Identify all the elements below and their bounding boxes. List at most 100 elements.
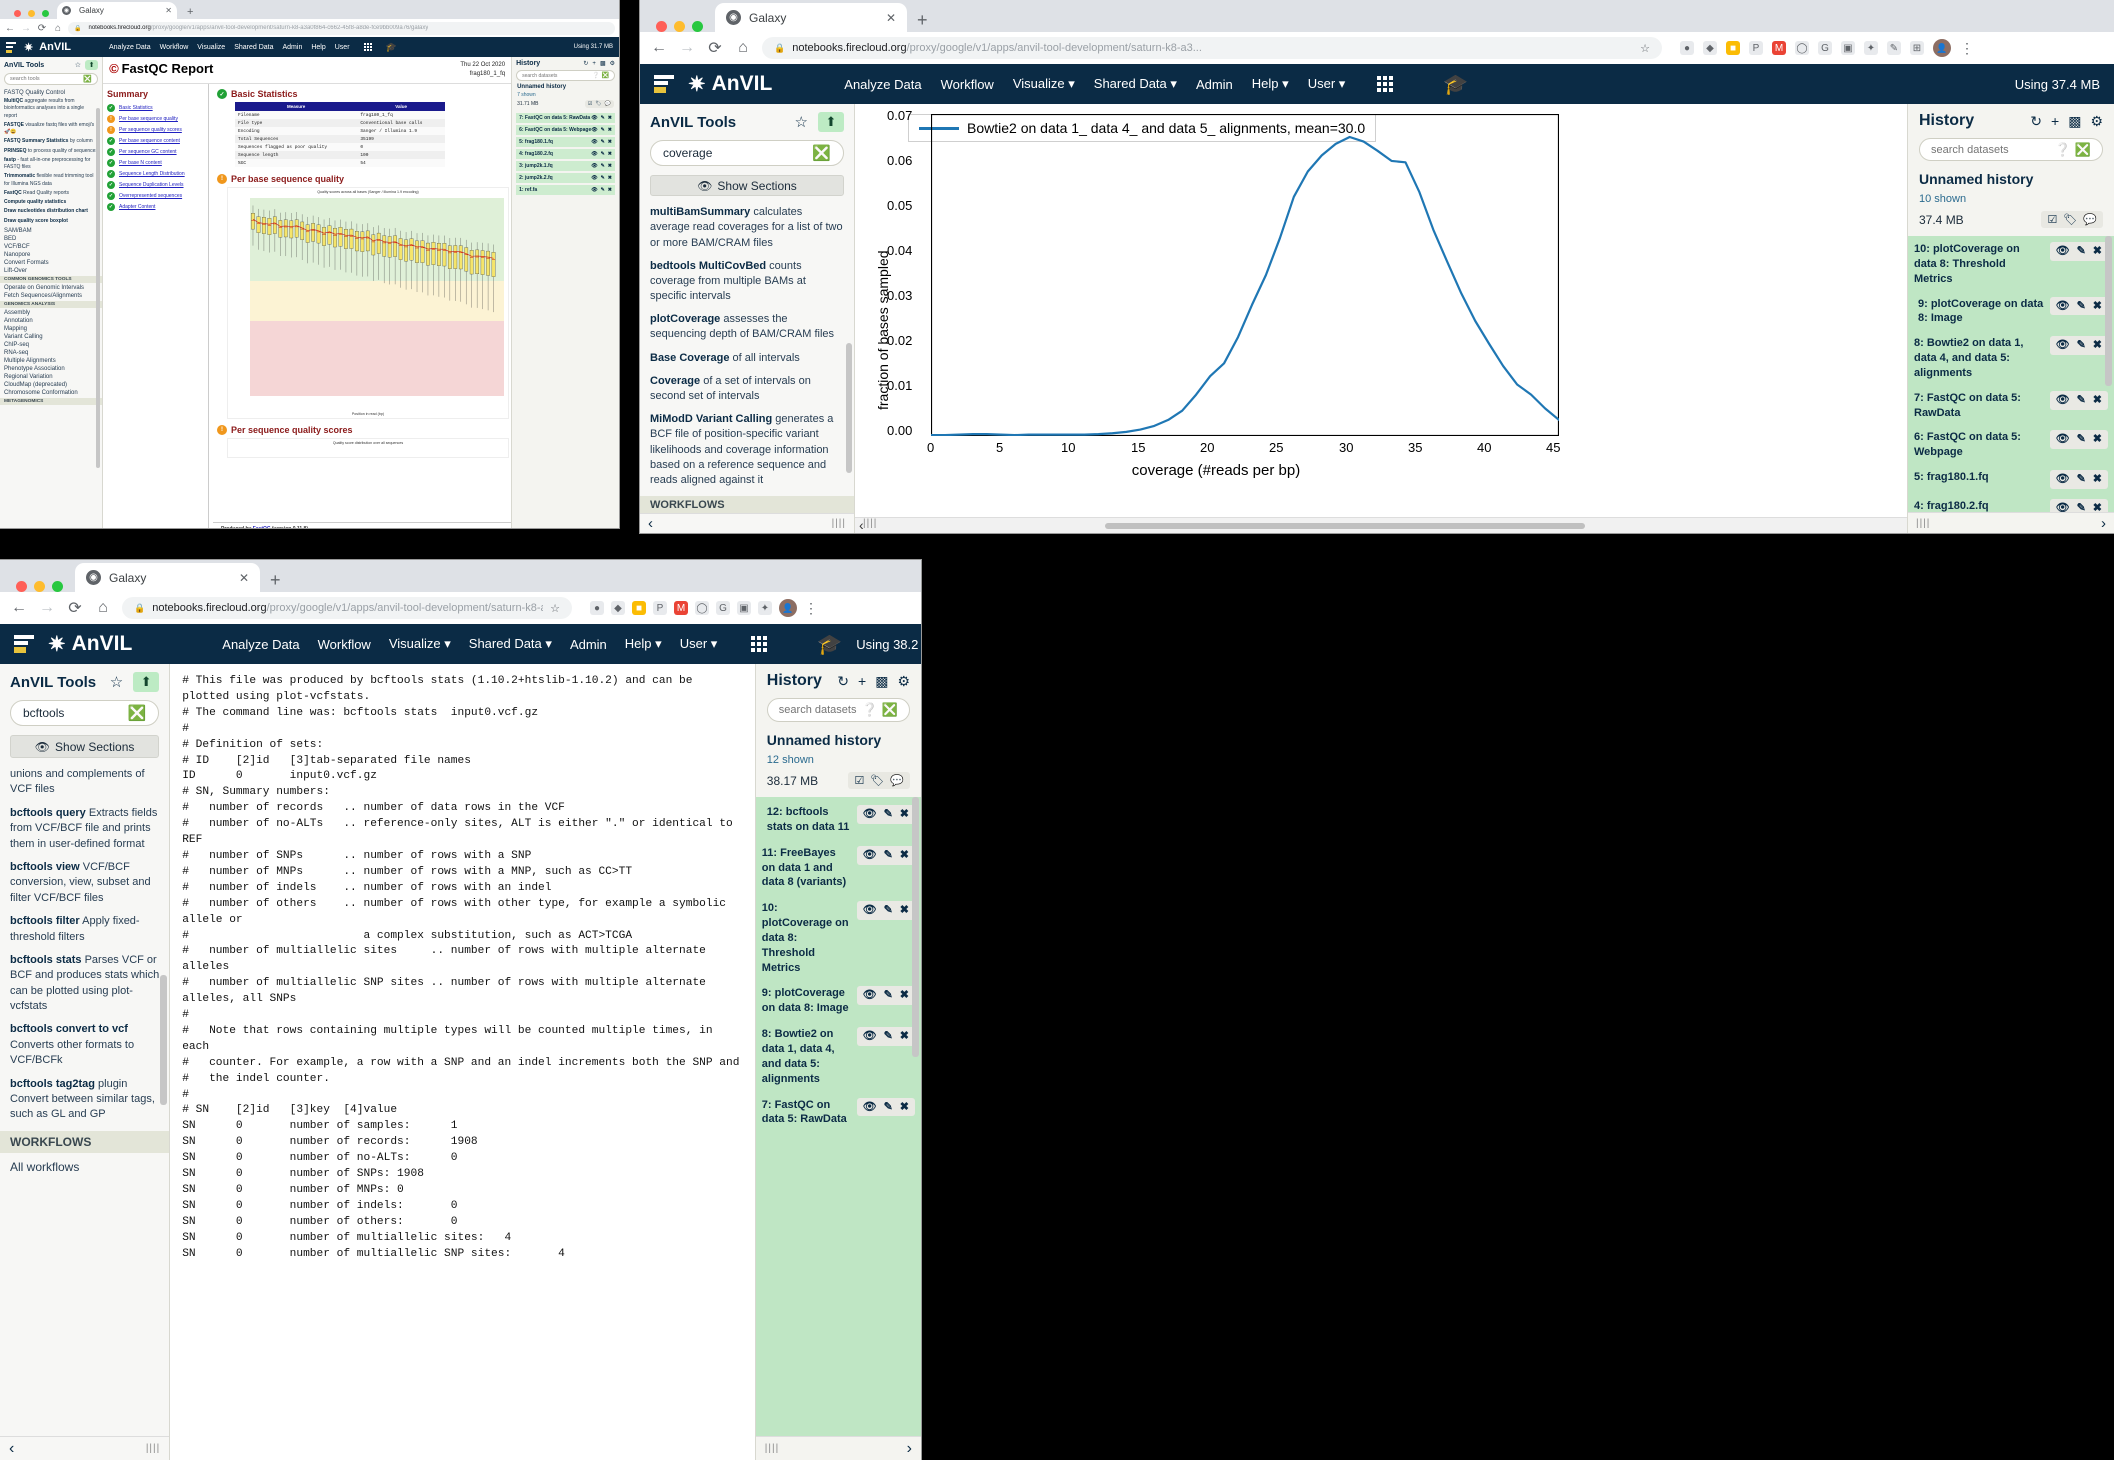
annotation-icon[interactable]: 💬 xyxy=(605,101,611,107)
refresh-history-icon[interactable]: ↻ xyxy=(837,673,849,690)
tool-category[interactable]: Multiple Alignments xyxy=(4,358,98,364)
display-dataset-icon[interactable]: 👁 xyxy=(2056,338,2070,353)
clear-search-icon[interactable]: ❎ xyxy=(812,144,831,162)
help-icon[interactable]: ❔ xyxy=(592,72,599,79)
tool-category[interactable]: Regional Variation xyxy=(4,374,98,380)
display-dataset-icon[interactable]: 👁 xyxy=(591,151,597,157)
apps-grid-icon[interactable] xyxy=(1377,76,1393,92)
history-name[interactable]: Unnamed history xyxy=(1919,171,2103,187)
display-dataset-icon[interactable]: 👁 xyxy=(591,127,597,133)
edit-dataset-icon[interactable]: ✎ xyxy=(601,187,605,193)
edit-dataset-icon[interactable]: ✎ xyxy=(2077,393,2086,408)
tool-item[interactable]: bcftools query Extracts fields from VCF/… xyxy=(10,806,159,852)
tool-item[interactable]: bcftools tag2tag plugin Convert between … xyxy=(10,1077,159,1123)
address-bar[interactable]: 🔒 notebooks.firecloud.org/proxy/google/v… xyxy=(122,597,572,619)
maximize-window-button[interactable] xyxy=(42,10,49,17)
tool-item-partial[interactable]: unions and complements of VCF files xyxy=(10,767,159,798)
upload-button[interactable]: ⬆ xyxy=(818,112,844,132)
masthead-link-user[interactable]: User ▾ xyxy=(1308,76,1346,92)
clear-search-icon[interactable]: ❎ xyxy=(83,75,92,83)
delete-dataset-icon[interactable]: ✖ xyxy=(608,163,612,169)
dataset-actions[interactable]: 👁 ✎ ✖ xyxy=(857,1098,915,1117)
dataset-actions[interactable]: 👁 ✎ ✖ xyxy=(2050,499,2108,512)
back-icon[interactable]: ← xyxy=(4,23,16,34)
apps-grid-icon[interactable] xyxy=(364,43,372,51)
refresh-history-icon[interactable]: ↻ xyxy=(583,60,588,67)
window-controls[interactable] xyxy=(10,581,75,592)
tool-item[interactable]: multiBamSummary calculates average read … xyxy=(650,205,844,251)
dataset-item[interactable]: 6: FastQC on data 5: Webpage 👁 ✎ ✖ xyxy=(1914,430,2108,460)
extension-icon-10[interactable]: ✎ xyxy=(1887,41,1901,55)
delete-dataset-icon[interactable]: ✖ xyxy=(900,988,909,1003)
dataset-item[interactable]: 8: Bowtie2 on data 1, data 4, and data 5… xyxy=(762,1027,915,1086)
display-dataset-icon[interactable]: 👁 xyxy=(2056,244,2070,259)
tool-panel-scrollbar[interactable] xyxy=(160,975,167,1105)
favorites-star-icon[interactable]: ☆ xyxy=(75,61,81,69)
history-search-input[interactable] xyxy=(1931,144,2055,156)
tool-category[interactable]: SAM/BAM xyxy=(4,228,98,234)
history-options-gear-icon[interactable]: ⚙ xyxy=(2090,113,2103,130)
tool-category[interactable]: Convert Formats xyxy=(4,260,98,266)
display-dataset-icon[interactable]: 👁 xyxy=(863,1029,877,1044)
masthead-link-help[interactable]: Help xyxy=(311,44,325,51)
extension-icon-2[interactable]: ◆ xyxy=(1703,41,1717,55)
apps-grid-icon[interactable] xyxy=(751,636,767,652)
dataset-actions[interactable]: 👁 ✎ ✖ xyxy=(857,901,915,920)
masthead-link-workflow[interactable]: Workflow xyxy=(160,44,189,51)
dataset-actions[interactable]: 👁 ✎ ✖ xyxy=(591,163,612,169)
masthead-link-workflow[interactable]: Workflow xyxy=(318,637,371,652)
dataset-item[interactable]: 7: FastQC on data 5: RawData 👁 ✎ ✖ xyxy=(516,113,615,123)
profile-avatar[interactable]: 👤 xyxy=(779,599,797,617)
reload-icon[interactable]: ⟳ xyxy=(36,23,48,34)
display-dataset-icon[interactable]: 👁 xyxy=(863,807,877,822)
close-window-button[interactable] xyxy=(16,581,27,592)
multi-view-icon[interactable]: ▩ xyxy=(875,673,888,690)
dataset-actions[interactable]: 👁 ✎ ✖ xyxy=(857,846,915,865)
masthead-link-user[interactable]: User xyxy=(335,44,350,51)
resize-grip[interactable]: |||| xyxy=(1916,518,1930,529)
summary-item[interactable]: ✓ Adapter Content xyxy=(107,203,204,211)
expand-panel-icon[interactable]: › xyxy=(907,1440,912,1458)
browser-menu-icon[interactable]: ⋮ xyxy=(1960,40,1974,57)
edit-dataset-icon[interactable]: ✎ xyxy=(2077,338,2086,353)
extension-icon-4[interactable]: P xyxy=(653,601,667,615)
extension-icon-7[interactable]: G xyxy=(1818,41,1832,55)
select-items-icon[interactable]: ☑ xyxy=(854,774,864,787)
close-tab-icon[interactable]: ✕ xyxy=(886,11,896,25)
favorites-star-icon[interactable]: ☆ xyxy=(795,113,808,131)
delete-dataset-icon[interactable]: ✖ xyxy=(2093,244,2102,259)
expand-panel-icon[interactable]: › xyxy=(2101,515,2106,532)
display-dataset-icon[interactable]: 👁 xyxy=(863,848,877,863)
masthead-link-analyze-data[interactable]: Analyze Data xyxy=(844,77,921,92)
history-options-gear-icon[interactable]: ⚙ xyxy=(897,673,910,690)
tool-item[interactable]: FASTQ Summary Statistics by column xyxy=(4,138,98,145)
browser-tab[interactable]: ◉ Galaxy ✕ xyxy=(57,2,177,19)
profile-avatar[interactable]: 👤 xyxy=(1933,39,1951,57)
tag-icon[interactable]: 🏷 xyxy=(2063,213,2077,226)
display-dataset-icon[interactable]: 👁 xyxy=(2056,432,2070,447)
tool-category[interactable]: CloudMap (deprecated) xyxy=(4,382,98,388)
extension-icon-6[interactable]: ◯ xyxy=(1795,41,1809,55)
dataset-actions[interactable]: 👁 ✎ ✖ xyxy=(591,115,612,121)
dataset-item[interactable]: 12: bcftools stats on data 11 👁 ✎ ✖ xyxy=(762,805,915,835)
edit-dataset-icon[interactable]: ✎ xyxy=(601,151,605,157)
center-horizontal-scrollbar[interactable]: |||| ‹ xyxy=(855,517,1907,533)
tag-icon[interactable]: 🏷 xyxy=(595,101,601,107)
dataset-actions[interactable]: 👁 ✎ ✖ xyxy=(2050,470,2108,489)
history-scrollbar[interactable] xyxy=(2105,236,2112,386)
masthead-link-user[interactable]: User ▾ xyxy=(680,636,718,652)
delete-dataset-icon[interactable]: ✖ xyxy=(900,848,909,863)
display-dataset-icon[interactable]: 👁 xyxy=(2056,393,2070,408)
window-controls[interactable] xyxy=(650,21,715,32)
extension-icon-7[interactable]: G xyxy=(716,601,730,615)
forward-icon[interactable]: → xyxy=(20,23,32,34)
delete-dataset-icon[interactable]: ✖ xyxy=(900,807,909,822)
dataset-actions[interactable]: 👁 ✎ ✖ xyxy=(857,986,915,1005)
tool-item[interactable]: Draw nucleotides distribution chart xyxy=(4,208,98,215)
dataset-item[interactable]: 10: plotCoverage on data 8: Threshold Me… xyxy=(762,901,915,975)
forward-icon[interactable]: → xyxy=(38,599,56,617)
edit-dataset-icon[interactable]: ✎ xyxy=(601,127,605,133)
delete-dataset-icon[interactable]: ✖ xyxy=(608,175,612,181)
dataset-actions[interactable]: 👁 ✎ ✖ xyxy=(2050,297,2108,316)
tool-search-input[interactable] xyxy=(663,146,812,160)
